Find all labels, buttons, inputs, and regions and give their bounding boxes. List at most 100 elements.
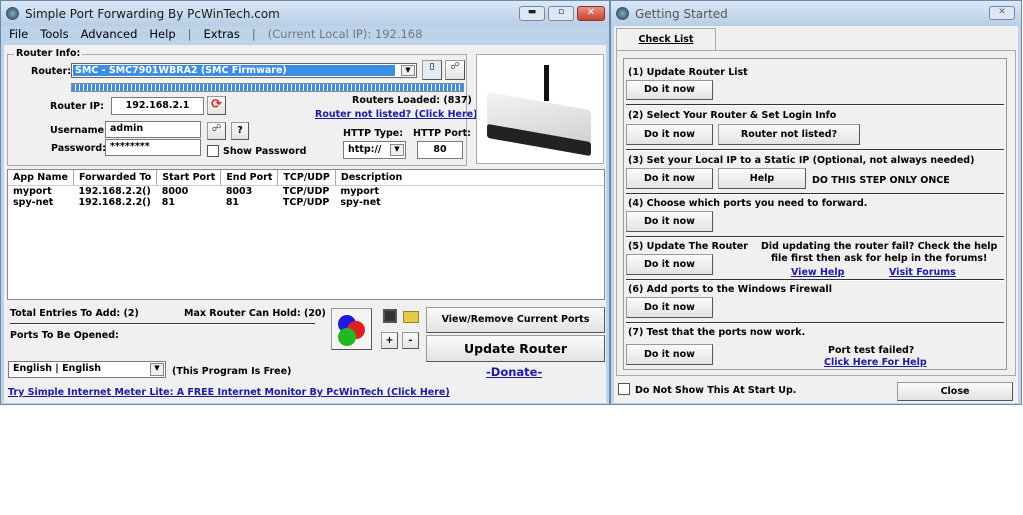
- connect-icon[interactable]: ☍: [207, 122, 226, 140]
- add-button[interactable]: +: [381, 332, 398, 349]
- cell: TCP/UDP: [282, 196, 330, 208]
- router-not-listed-link[interactable]: Router not listed? (Click Here): [315, 109, 477, 120]
- menu-tools[interactable]: Tools: [40, 27, 68, 43]
- dialog-title-bar[interactable]: Getting Started ✕: [611, 1, 1021, 26]
- router-info-label: Router Info:: [14, 48, 83, 59]
- close-button[interactable]: ✕: [577, 6, 605, 21]
- divider: [626, 236, 1004, 238]
- divider: [626, 104, 1004, 106]
- dialog-close-button[interactable]: ✕: [989, 6, 1015, 20]
- divider: [626, 322, 1004, 324]
- divider: [10, 323, 315, 325]
- step-5-note-line1: Did updating the router fail? Check the …: [761, 241, 998, 252]
- language-select[interactable]: English | English ▼: [8, 361, 166, 378]
- donate-link[interactable]: -Donate-: [486, 365, 542, 379]
- show-password-checkbox[interactable]: [207, 145, 219, 157]
- minimize-button[interactable]: ▬: [519, 6, 545, 21]
- router-ip-input[interactable]: 192.168.2.1: [111, 97, 204, 115]
- ports-table[interactable]: App Name Forwarded To Start Port End Por…: [7, 169, 605, 300]
- step-4-do-it-button[interactable]: Do it now: [626, 211, 713, 232]
- username-label: Username:: [50, 125, 108, 136]
- main-title: Simple Port Forwarding By PcWinTech.com: [25, 7, 280, 21]
- menu-advanced[interactable]: Advanced: [81, 27, 138, 43]
- menu-file[interactable]: File: [9, 27, 28, 43]
- connect-button[interactable]: ☍: [445, 60, 465, 80]
- step-2-do-it-button[interactable]: Do it now: [626, 124, 713, 145]
- column-end-port[interactable]: End Port: [220, 170, 279, 186]
- username-input[interactable]: admin: [105, 121, 201, 138]
- table-row[interactable]: spy-net 192.168.2.2() 81 81 TCP/UDP spy-…: [8, 197, 604, 208]
- cell: 192.168.2.2(): [78, 185, 151, 197]
- step-5-note-line2: file first then ask for help in the foru…: [771, 253, 988, 264]
- column-start-port[interactable]: Start Port: [156, 170, 222, 186]
- total-entries: Total Entries To Add: (2): [10, 308, 139, 319]
- step-3-title: (3) Set your Local IP to a Static IP (Op…: [628, 155, 975, 166]
- main-title-bar[interactable]: Simple Port Forwarding By PcWinTech.com …: [1, 1, 609, 26]
- divider: [626, 279, 1004, 281]
- cell: spy-net: [13, 196, 54, 208]
- menu-extras[interactable]: Extras: [204, 27, 240, 43]
- visit-forums-link[interactable]: Visit Forums: [889, 267, 956, 278]
- http-type-select[interactable]: http:// ▼: [343, 141, 406, 159]
- step-4-title: (4) Choose which ports you need to forwa…: [628, 198, 868, 209]
- ports-to-be-opened: Ports To Be Opened:: [10, 330, 119, 341]
- local-ip-display: (Current Local IP): 192.168: [267, 27, 423, 41]
- column-description[interactable]: Description: [335, 170, 604, 186]
- close-dialog-button[interactable]: Close: [897, 382, 1013, 401]
- step-6-do-it-button[interactable]: Do it now: [626, 297, 713, 318]
- port-test-help-link[interactable]: Click Here For Help: [824, 357, 927, 368]
- help-button[interactable]: ?: [231, 122, 249, 140]
- cell: 8000: [161, 185, 189, 197]
- update-router-button[interactable]: Update Router: [426, 335, 605, 362]
- show-password-label: Show Password: [223, 146, 307, 157]
- cell: spy-net: [340, 196, 381, 208]
- tab-check-list[interactable]: Check List: [616, 28, 716, 50]
- color-theme-button[interactable]: [331, 308, 372, 350]
- step-5-do-it-button[interactable]: Do it now: [626, 254, 713, 275]
- http-port-input[interactable]: 80: [417, 141, 463, 159]
- router-not-listed-button[interactable]: Router not listed?: [718, 124, 860, 145]
- dont-show-checkbox[interactable]: [618, 383, 630, 395]
- save-icon[interactable]: [383, 309, 397, 323]
- router-image: [476, 54, 604, 164]
- cell: TCP/UDP: [282, 185, 330, 197]
- step-5-title: (5) Update The Router: [628, 241, 748, 252]
- http-type-value: http://: [348, 144, 382, 155]
- maximize-button[interactable]: ▫: [548, 6, 574, 21]
- dialog-title: Getting Started: [635, 7, 728, 21]
- refresh-icon[interactable]: ⟳: [207, 96, 226, 115]
- cell: 8003: [225, 185, 253, 197]
- notepad-button[interactable]: ▯: [422, 60, 442, 80]
- router-select[interactable]: SMC - SMC7901WBRA2 (SMC Firmware) ▼: [71, 63, 417, 78]
- chevron-down-icon: ▼: [390, 144, 404, 156]
- menu-help[interactable]: Help: [149, 27, 175, 43]
- column-forwarded-to[interactable]: Forwarded To: [73, 170, 158, 186]
- table-row[interactable]: myport 192.168.2.2() 8000 8003 TCP/UDP m…: [8, 185, 604, 197]
- dont-show-label: Do Not Show This At Start Up.: [635, 385, 797, 396]
- dialog-body: Check List (1) Update Router List Do it …: [614, 26, 1018, 403]
- step-7-do-it-button[interactable]: Do it now: [626, 344, 713, 365]
- chevron-down-icon: ▼: [150, 363, 164, 376]
- view-remove-ports-button[interactable]: View/Remove Current Ports: [426, 307, 605, 333]
- remove-button[interactable]: -: [402, 332, 419, 349]
- main-body: Router Info: Router: SMC - SMC7901WBRA2 …: [4, 45, 606, 403]
- divider: [626, 149, 1004, 151]
- column-protocol[interactable]: TCP/UDP: [277, 170, 336, 186]
- column-app-name[interactable]: App Name: [8, 170, 74, 186]
- cell: 81: [161, 196, 175, 208]
- step-1-title: (1) Update Router List: [628, 67, 748, 78]
- view-help-link[interactable]: View Help: [791, 267, 844, 278]
- open-folder-icon[interactable]: [403, 311, 419, 323]
- static-ip-help-button[interactable]: Help: [718, 168, 806, 189]
- step-1-do-it-button[interactable]: Do it now: [626, 80, 713, 100]
- step-3-do-it-button[interactable]: Do it now: [626, 168, 713, 189]
- router-ip-label: Router IP:: [50, 101, 104, 112]
- router-label: Router:: [31, 66, 72, 77]
- table-header-row: App Name Forwarded To Start Port End Por…: [8, 170, 604, 186]
- http-type-label: HTTP Type:: [343, 128, 403, 139]
- password-input[interactable]: ********: [105, 139, 201, 156]
- promo-link[interactable]: Try Simple Internet Meter Lite: A FREE I…: [8, 387, 450, 398]
- progress-bar: [71, 83, 464, 92]
- step-3-note: DO THIS STEP ONLY ONCE: [812, 175, 950, 186]
- program-free-label: (This Program Is Free): [172, 366, 292, 377]
